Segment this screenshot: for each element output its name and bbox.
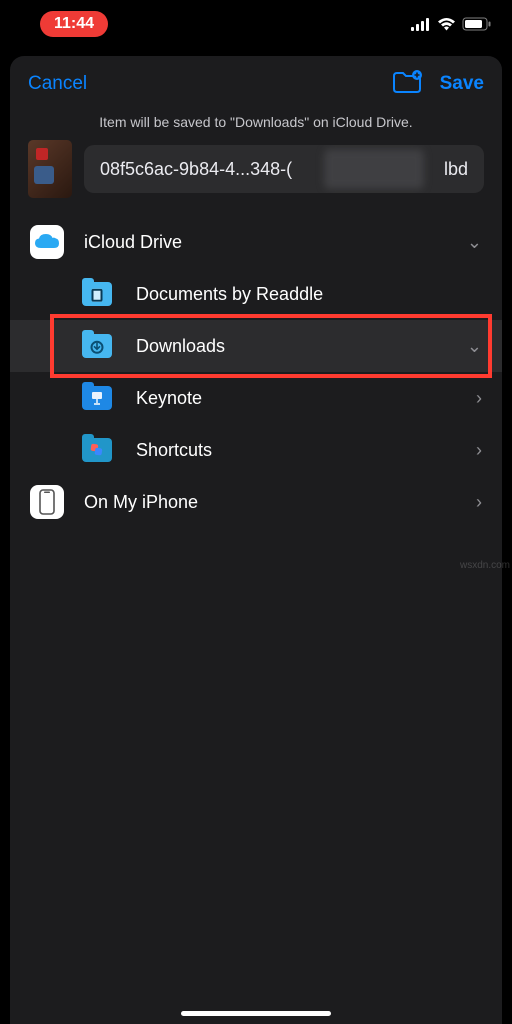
status-bar: 11:44: [0, 0, 512, 48]
save-button[interactable]: Save: [440, 73, 484, 95]
watermark: wsxdn.com: [460, 560, 510, 571]
device-frame: 11:44 Cancel Save Item will be saved to …: [0, 0, 512, 1024]
filename-redaction: [324, 149, 424, 189]
file-thumbnail: [28, 140, 72, 198]
cellular-icon: [411, 18, 431, 31]
folder-label: Downloads: [136, 336, 467, 357]
save-sheet: Cancel Save Item will be saved to "Downl…: [10, 56, 502, 1024]
new-folder-icon[interactable]: [392, 70, 422, 99]
folder-icon: [82, 282, 112, 306]
location-list[interactable]: iCloud Drive ⌄ Documents by Readdle Down…: [10, 216, 502, 1024]
chevron-down-icon: ⌄: [467, 336, 482, 357]
home-indicator[interactable]: [181, 1011, 331, 1016]
filename-text: 08f5c6ac-9b84-4...348-(: [100, 159, 292, 180]
folder-downloads[interactable]: Downloads ⌄: [10, 320, 502, 372]
chevron-down-icon: ⌄: [467, 232, 482, 253]
folder-icon: [82, 438, 112, 462]
location-label: On My iPhone: [84, 492, 476, 513]
cancel-button[interactable]: Cancel: [28, 73, 87, 95]
folder-documents-by-readdle[interactable]: Documents by Readdle: [10, 268, 502, 320]
chevron-right-icon: ›: [476, 388, 482, 409]
folder-keynote[interactable]: Keynote ›: [10, 372, 502, 424]
folder-label: Shortcuts: [136, 440, 476, 461]
iphone-icon: [30, 485, 64, 519]
location-on-my-iphone[interactable]: On My iPhone ›: [10, 476, 502, 528]
folder-shortcuts[interactable]: Shortcuts ›: [10, 424, 502, 476]
folder-label: Documents by Readdle: [136, 284, 482, 305]
filename-row: 08f5c6ac-9b84-4...348-( lbd: [10, 140, 502, 216]
folder-icon: [82, 334, 112, 358]
chevron-right-icon: ›: [476, 440, 482, 461]
battery-icon: [462, 17, 492, 31]
filename-field[interactable]: 08f5c6ac-9b84-4...348-( lbd: [84, 145, 484, 193]
folder-label: Keynote: [136, 388, 476, 409]
filename-tail: lbd: [444, 159, 468, 180]
location-icloud-drive[interactable]: iCloud Drive ⌄: [10, 216, 502, 268]
wifi-icon: [437, 17, 456, 31]
status-indicators: [411, 17, 492, 31]
save-location-info: Item will be saved to "Downloads" on iCl…: [10, 112, 502, 140]
nav-bar: Cancel Save: [10, 56, 502, 112]
icloud-drive-icon: [30, 225, 64, 259]
folder-icon: [82, 386, 112, 410]
chevron-right-icon: ›: [476, 492, 482, 513]
status-time-recording-pill[interactable]: 11:44: [40, 11, 108, 37]
location-label: iCloud Drive: [84, 232, 467, 253]
